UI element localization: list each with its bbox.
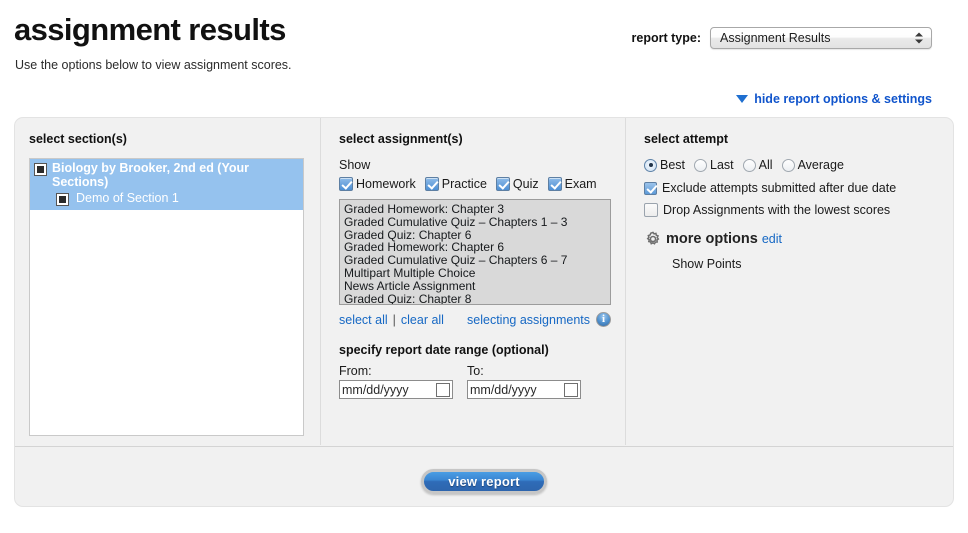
select-attempt-heading: select attempt	[644, 132, 952, 146]
select-assignments-heading: select assignment(s)	[339, 132, 625, 146]
radio-all[interactable]: All	[743, 158, 773, 172]
show-filters-label: Show	[339, 158, 625, 172]
date-from-placeholder: mm/dd/yyyy	[340, 383, 409, 397]
select-sections-heading: select section(s)	[29, 132, 320, 146]
radio-average[interactable]: Average	[782, 158, 844, 172]
date-to-label: To:	[467, 364, 581, 378]
info-icon[interactable]	[596, 312, 611, 327]
checkbox-indeterminate-icon[interactable]	[34, 163, 47, 176]
select-all-link[interactable]: select all	[339, 313, 388, 327]
filter-quiz-label: Quiz	[513, 177, 539, 191]
date-from-input[interactable]: mm/dd/yyyy	[339, 380, 453, 399]
selecting-assignments-link[interactable]: selecting assignments	[467, 313, 590, 327]
more-options-edit-link[interactable]: edit	[762, 232, 782, 246]
radio-best-label: Best	[660, 158, 685, 172]
show-points-label: Show Points	[672, 257, 952, 271]
date-from-label: From:	[339, 364, 453, 378]
link-separator: |	[393, 313, 396, 327]
date-range-heading: specify report date range (optional)	[339, 343, 625, 357]
radio-last[interactable]: Last	[694, 158, 734, 172]
report-type-control: report type: Assignment Results	[632, 27, 932, 49]
radio-unselected-icon[interactable]	[782, 159, 795, 172]
select-sections-column: select section(s) Biology by Brooker, 2n…	[15, 118, 320, 445]
assignment-list-item[interactable]: Graded Homework: Chapter 3	[344, 203, 606, 216]
sections-listbox[interactable]: Biology by Brooker, 2nd ed (Your Section…	[29, 158, 304, 436]
radio-all-label: All	[759, 158, 773, 172]
filter-quiz[interactable]: Quiz	[496, 177, 539, 191]
date-from-field: From: mm/dd/yyyy	[339, 364, 453, 399]
report-options-panel: select section(s) Biology by Brooker, 2n…	[14, 117, 954, 507]
radio-unselected-icon[interactable]	[694, 159, 707, 172]
report-type-select[interactable]: Assignment Results	[710, 27, 932, 49]
filter-exam-label: Exam	[565, 177, 597, 191]
date-to-input[interactable]: mm/dd/yyyy	[467, 380, 581, 399]
checkbox-checked-icon[interactable]	[548, 177, 562, 191]
hide-report-options-label: hide report options & settings	[754, 92, 932, 106]
assignment-list-item[interactable]: Graded Quiz: Chapter 8	[344, 293, 606, 305]
clear-all-link[interactable]: clear all	[401, 313, 444, 327]
checkbox-checked-icon[interactable]	[339, 177, 353, 191]
calendar-icon[interactable]	[564, 383, 578, 397]
filter-homework[interactable]: Homework	[339, 177, 416, 191]
gear-icon	[644, 230, 662, 248]
radio-last-label: Last	[710, 158, 734, 172]
assignments-listbox[interactable]: Graded Homework: Chapter 3 Graded Cumula…	[339, 199, 611, 305]
radio-selected-icon[interactable]	[644, 159, 657, 172]
radio-average-label: Average	[798, 158, 844, 172]
view-report-button[interactable]: view report	[421, 469, 547, 494]
date-to-placeholder: mm/dd/yyyy	[468, 383, 537, 397]
assignment-list-item[interactable]: Graded Cumulative Quiz – Chapters 1 – 3	[344, 216, 606, 229]
triangle-down-icon	[736, 95, 748, 103]
assignment-list-actions: select all | clear all selecting assignm…	[339, 312, 611, 327]
calendar-icon[interactable]	[436, 383, 450, 397]
date-to-field: To: mm/dd/yyyy	[467, 364, 581, 399]
assignment-type-filters: Homework Practice Quiz Exam	[339, 177, 625, 191]
drop-lowest-scores-checkbox-row[interactable]: Drop Assignments with the lowest scores	[644, 203, 952, 217]
exclude-late-attempts-label: Exclude attempts submitted after due dat…	[662, 181, 896, 195]
view-report-button-label: view report	[448, 474, 520, 489]
checkbox-indeterminate-icon[interactable]	[56, 193, 69, 206]
report-options-page: assignment results Use the options below…	[0, 0, 968, 533]
more-options-row: more options edit	[644, 230, 952, 248]
assignment-list-item[interactable]: Multipart Multiple Choice	[344, 267, 606, 280]
select-assignments-column: select assignment(s) Show Homework Pract…	[320, 118, 625, 445]
chevron-updown-icon	[915, 33, 923, 44]
filter-exam[interactable]: Exam	[548, 177, 597, 191]
filter-homework-label: Homework	[356, 177, 416, 191]
options-columns: select section(s) Biology by Brooker, 2n…	[15, 118, 953, 445]
section-list-item-course[interactable]: Biology by Brooker, 2nd ed (Your Section…	[30, 159, 303, 190]
checkbox-checked-icon[interactable]	[425, 177, 439, 191]
checkbox-unchecked-icon[interactable]	[644, 203, 658, 217]
section-list-item-label: Demo of Section 1	[69, 191, 179, 205]
select-attempt-column: select attempt Best Last All	[625, 118, 952, 445]
report-type-selected-value: Assignment Results	[711, 31, 830, 45]
exclude-late-attempts-checkbox-row[interactable]: Exclude attempts submitted after due dat…	[644, 181, 952, 195]
more-options-title: more options	[666, 231, 758, 247]
assignment-list-item[interactable]: News Article Assignment	[344, 280, 606, 293]
section-list-item-label: Biology by Brooker, 2nd ed (Your Section…	[47, 161, 279, 189]
checkbox-checked-icon[interactable]	[496, 177, 510, 191]
panel-footer: view report	[15, 447, 953, 506]
checkbox-checked-icon[interactable]	[644, 182, 657, 195]
drop-lowest-scores-label: Drop Assignments with the lowest scores	[663, 203, 890, 217]
hide-report-options-toggle[interactable]: hide report options & settings	[736, 92, 932, 106]
report-type-label: report type:	[632, 31, 701, 45]
attempt-radio-group: Best Last All Average	[644, 158, 952, 172]
filter-practice[interactable]: Practice	[425, 177, 487, 191]
page-subtitle: Use the options below to view assignment…	[15, 58, 968, 72]
radio-unselected-icon[interactable]	[743, 159, 756, 172]
filter-practice-label: Practice	[442, 177, 487, 191]
section-list-item-section[interactable]: Demo of Section 1	[30, 190, 303, 210]
date-range-row: From: mm/dd/yyyy To: mm/dd/yyyy	[339, 364, 625, 399]
radio-best[interactable]: Best	[644, 158, 685, 172]
